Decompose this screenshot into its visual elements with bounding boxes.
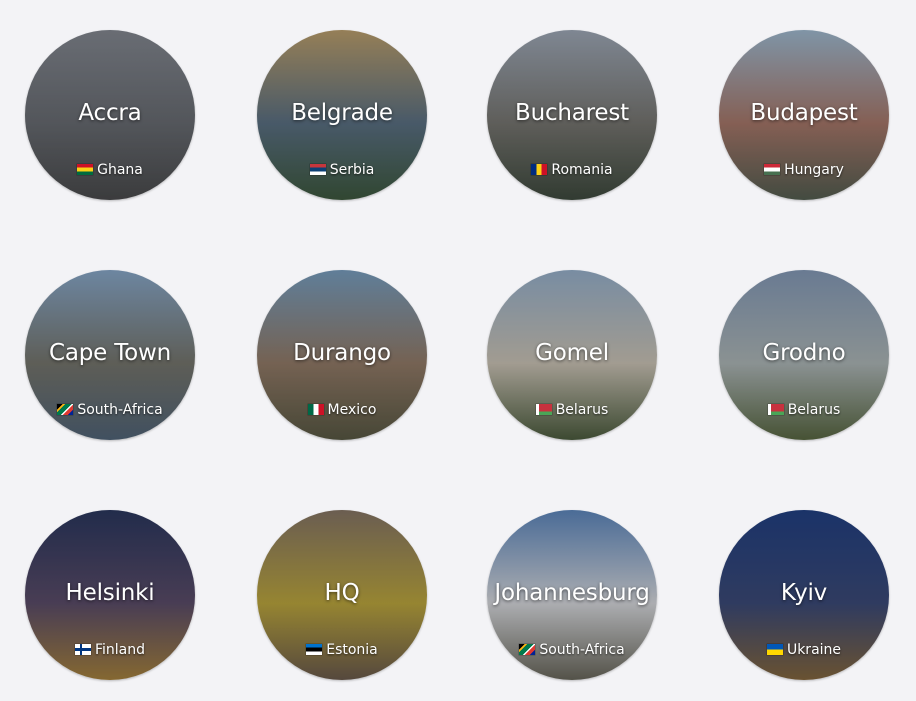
country-label: Serbia	[329, 162, 375, 178]
country-label: Ukraine	[786, 642, 842, 658]
city-country: Romania	[487, 162, 657, 178]
flag-icon	[77, 164, 94, 175]
city-name: Accra	[78, 100, 142, 126]
city-card-hq[interactable]: HQ Estonia	[257, 510, 427, 680]
city-name: Cape Town	[48, 340, 172, 366]
city-name: Kyiv	[780, 580, 828, 606]
city-country: Mexico	[257, 402, 427, 418]
country-label: Ghana	[97, 162, 143, 178]
country-label: Belarus	[555, 402, 609, 418]
city-name: Bucharest	[515, 100, 629, 126]
country-label: Hungary	[784, 162, 844, 178]
flag-icon	[57, 404, 74, 415]
city-name: Gomel	[535, 340, 609, 366]
flag-icon	[531, 164, 548, 175]
city-country: Ghana	[25, 162, 195, 178]
flag-icon	[306, 644, 323, 655]
city-card-grodno[interactable]: Grodno Belarus	[719, 270, 889, 440]
city-country: Hungary	[719, 162, 889, 178]
city-country: South-Africa	[487, 642, 657, 658]
flag-icon	[309, 164, 326, 175]
flag-icon	[535, 404, 552, 415]
city-name: Durango	[293, 340, 391, 366]
city-name: HQ	[324, 580, 360, 606]
city-country: Finland	[25, 642, 195, 658]
city-card-helsinki[interactable]: Helsinki Finland	[25, 510, 195, 680]
city-country: Estonia	[257, 642, 427, 658]
city-card-bucharest[interactable]: Bucharest Romania	[487, 30, 657, 200]
city-card-accra[interactable]: Accra Ghana	[25, 30, 195, 200]
country-label: South-Africa	[539, 642, 625, 658]
city-country: Belarus	[487, 402, 657, 418]
flag-icon	[74, 644, 91, 655]
city-country: Belarus	[719, 402, 889, 418]
flag-icon	[767, 404, 784, 415]
country-label: Estonia	[326, 642, 378, 658]
city-card-durango[interactable]: Durango Mexico	[257, 270, 427, 440]
city-country: Serbia	[257, 162, 427, 178]
city-card-cape-town[interactable]: Cape Town South-Africa	[25, 270, 195, 440]
country-label: South-Africa	[77, 402, 163, 418]
city-card-gomel[interactable]: Gomel Belarus	[487, 270, 657, 440]
flag-icon	[519, 644, 536, 655]
country-label: Romania	[551, 162, 613, 178]
city-country: South-Africa	[25, 402, 195, 418]
city-name: Johannesburg	[494, 580, 650, 606]
city-card-johannesburg[interactable]: Johannesburg South-Africa	[487, 510, 657, 680]
city-card-belgrade[interactable]: Belgrade Serbia	[257, 30, 427, 200]
flag-icon	[307, 404, 324, 415]
city-country: Ukraine	[719, 642, 889, 658]
city-name: Helsinki	[65, 580, 155, 606]
flag-icon	[764, 164, 781, 175]
city-card-kyiv[interactable]: Kyiv Ukraine	[719, 510, 889, 680]
city-name: Budapest	[750, 100, 858, 126]
flag-icon	[766, 644, 783, 655]
country-label: Belarus	[787, 402, 841, 418]
city-card-budapest[interactable]: Budapest Hungary	[719, 30, 889, 200]
city-name: Belgrade	[291, 100, 393, 126]
country-label: Finland	[94, 642, 146, 658]
city-name: Grodno	[762, 340, 846, 366]
country-label: Mexico	[327, 402, 377, 418]
